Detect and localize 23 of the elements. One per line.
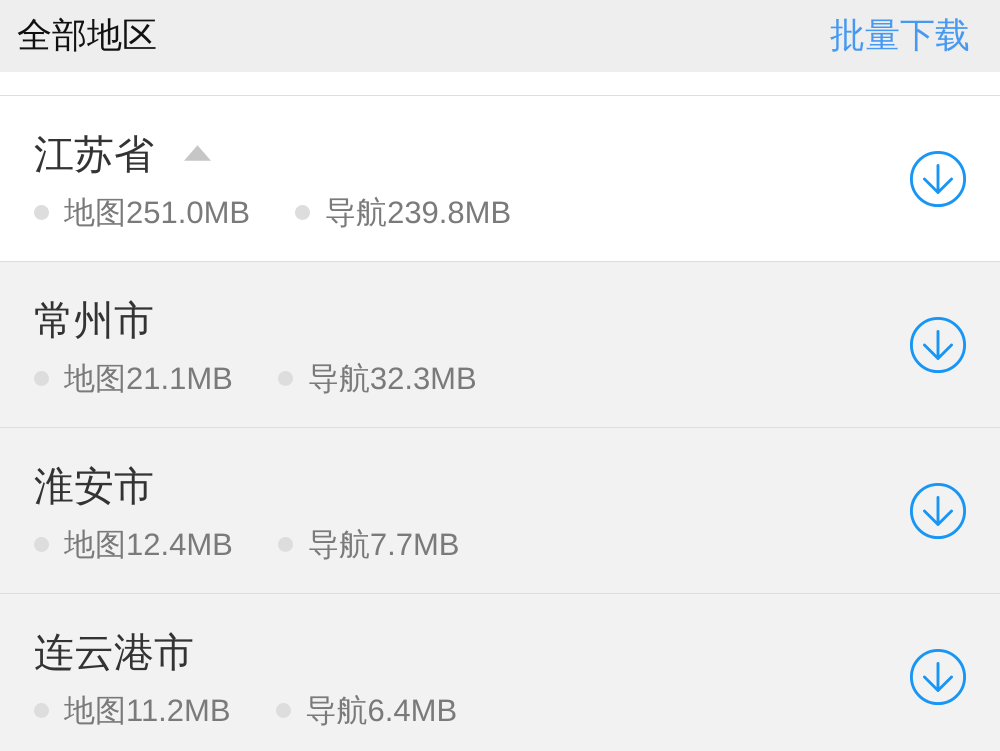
dot-icon [295, 205, 310, 220]
caret-icon[interactable] [184, 144, 211, 160]
city-row[interactable]: 常州市 地图21.1MB 导航32.3MB [0, 261, 1000, 427]
map-size: 地图12.4MB [64, 526, 233, 564]
dot-icon [34, 205, 49, 220]
navigation-size: 导航32.3MB [308, 360, 477, 398]
city-row[interactable]: 淮安市 地图12.4MB 导航7.7MB [0, 427, 1000, 593]
download-icon[interactable] [909, 648, 967, 706]
region-name: 江苏省 [34, 132, 154, 178]
download-icon[interactable] [909, 482, 967, 540]
download-icon[interactable] [909, 150, 967, 208]
city-row[interactable]: 连云港市 地图11.2MB 导航6.4MB [0, 593, 1000, 751]
map-size: 地图251.0MB [64, 194, 250, 232]
map-size: 地图21.1MB [64, 360, 233, 398]
navigation-size: 导航6.4MB [306, 692, 458, 730]
region-name: 常州市 [34, 298, 154, 344]
header-title: 全部地区 [17, 15, 157, 57]
download-icon[interactable] [909, 316, 967, 374]
region-name: 连云港市 [34, 630, 194, 676]
map-size: 地图11.2MB [64, 692, 231, 730]
region-name: 淮安市 [34, 464, 154, 510]
navigation-size: 导航7.7MB [308, 526, 460, 564]
navigation-size: 导航239.8MB [325, 194, 512, 232]
